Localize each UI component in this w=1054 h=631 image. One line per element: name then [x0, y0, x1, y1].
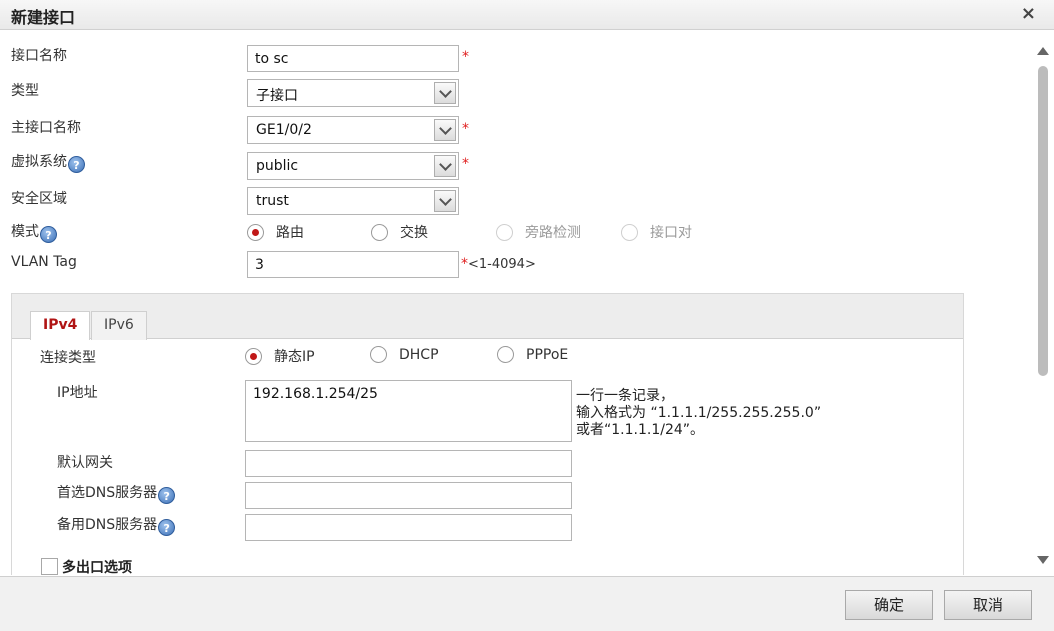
help-icon[interactable]: ? [158, 519, 176, 536]
mode-radio-label: 路由 [276, 225, 304, 241]
parent-interface-select[interactable]: GE1/0/2 [247, 116, 459, 144]
ip-address-label: IP地址 [57, 385, 98, 401]
multi-exit-label: 多出口选项 [62, 560, 132, 575]
conn-radio-label: DHCP [399, 346, 439, 363]
ip-address-textarea[interactable]: 192.168.1.254/25 [245, 380, 572, 442]
dialog-titlebar: 新建接口 × [0, 0, 1054, 30]
multi-exit-checkbox[interactable] [41, 558, 58, 575]
scrollbar-thumb[interactable] [1038, 66, 1048, 376]
security-zone-value: trust [256, 193, 289, 209]
mode-radio-label: 交换 [400, 225, 428, 241]
parent-interface-value: GE1/0/2 [256, 122, 312, 138]
required-mark: * [462, 49, 469, 65]
primary-dns-input[interactable] [245, 482, 572, 509]
conn-radio-pppoe[interactable]: PPPoE [497, 346, 568, 363]
address-tabstrip: IPv4 IPv6 [12, 294, 963, 340]
type-label: 类型 [11, 83, 39, 99]
radio-icon [496, 223, 513, 241]
chevron-down-icon[interactable] [434, 82, 456, 104]
radio-icon[interactable] [497, 346, 514, 363]
type-select-value: 子接口 [256, 88, 298, 104]
required-mark: * [461, 256, 468, 272]
ok-button[interactable]: 确定 [845, 590, 933, 620]
vlan-tag-input[interactable]: 3 [247, 251, 459, 278]
radio-icon[interactable] [370, 346, 387, 363]
conn-radio-dhcp[interactable]: DHCP [370, 346, 439, 363]
connection-type-label: 连接类型 [40, 350, 96, 366]
interface-name-label: 接口名称 [11, 48, 67, 64]
chevron-down-icon[interactable] [434, 155, 456, 177]
tab-ipv4[interactable]: IPv4 [30, 311, 91, 340]
mode-radio-route[interactable]: 路由 [247, 222, 304, 242]
security-zone-label: 安全区域 [11, 191, 67, 207]
scroll-up-icon[interactable] [1037, 47, 1049, 55]
mode-label: 模式? [11, 221, 57, 243]
help-icon[interactable]: ? [158, 487, 176, 504]
security-zone-select[interactable]: trust [247, 187, 459, 215]
help-icon[interactable]: ? [68, 156, 85, 173]
type-select[interactable]: 子接口 [247, 79, 459, 107]
parent-interface-label: 主接口名称 [11, 120, 81, 136]
mode-radio-pair: 接口对 [621, 222, 692, 242]
ip-hint-line: 或者“1.1.1.1/24”。 [576, 422, 705, 438]
radio-selected-icon[interactable] [247, 223, 264, 241]
default-gateway-label: 默认网关 [57, 455, 113, 471]
vertical-scrollbar[interactable] [1036, 43, 1050, 568]
virtual-system-label-text: 虚拟系统 [11, 154, 67, 170]
conn-radio-label: PPPoE [526, 346, 569, 363]
required-mark: * [462, 121, 469, 137]
chevron-down-icon[interactable] [434, 119, 456, 141]
conn-radio-label: 静态IP [274, 349, 315, 365]
tab-ipv6[interactable]: IPv6 [91, 311, 147, 340]
mode-radio-switch[interactable]: 交换 [371, 222, 428, 242]
radio-selected-icon[interactable] [245, 347, 262, 365]
dialog-content: 接口名称 to sc * 类型 子接口 主接口名称 GE1/0/2 * 虚拟系统… [0, 31, 1034, 575]
close-icon[interactable]: × [1021, 3, 1036, 24]
default-gateway-input[interactable] [245, 450, 572, 477]
mode-label-text: 模式 [11, 224, 39, 240]
secondary-dns-label-text: 备用DNS服务器 [57, 517, 158, 533]
required-mark: * [462, 156, 469, 172]
radio-icon [621, 223, 638, 241]
vlan-tag-label: VLAN Tag [11, 254, 77, 270]
mode-radio-label: 旁路检测 [525, 225, 581, 241]
interface-name-input[interactable]: to sc [247, 45, 459, 72]
primary-dns-label-text: 首选DNS服务器 [57, 485, 158, 501]
chevron-down-icon[interactable] [434, 190, 456, 212]
virtual-system-label: 虚拟系统? [11, 151, 85, 173]
secondary-dns-label: 备用DNS服务器? [57, 514, 176, 536]
virtual-system-value: public [256, 158, 299, 174]
ip-hint-line: 一行一条记录， [576, 388, 674, 404]
help-icon[interactable]: ? [40, 226, 57, 243]
vlan-range-hint: <1-4094> [468, 257, 536, 272]
scroll-down-icon[interactable] [1037, 556, 1049, 564]
primary-dns-label: 首选DNS服务器? [57, 482, 176, 504]
dialog-footer: 确定 取消 [0, 576, 1054, 631]
virtual-system-select[interactable]: public [247, 152, 459, 180]
secondary-dns-input[interactable] [245, 514, 572, 541]
mode-radio-label: 接口对 [650, 225, 692, 241]
dialog-title: 新建接口 [11, 8, 76, 27]
mode-radio-bypass: 旁路检测 [496, 222, 581, 242]
cancel-button[interactable]: 取消 [944, 590, 1032, 620]
radio-icon[interactable] [371, 223, 388, 241]
conn-radio-static[interactable]: 静态IP [245, 346, 315, 366]
ip-hint-line: 输入格式为 “1.1.1.1/255.255.255.0” [576, 405, 822, 421]
